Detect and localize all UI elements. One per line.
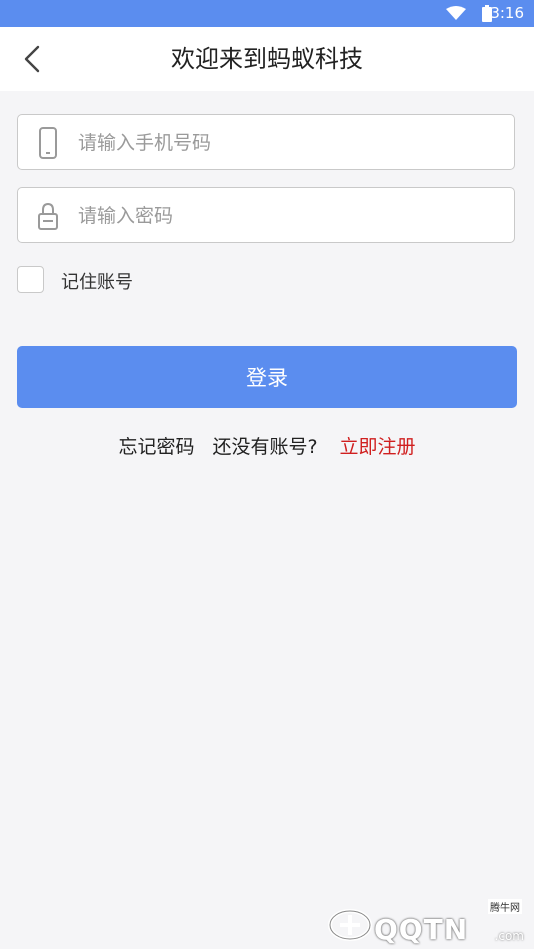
password-input[interactable] (76, 198, 500, 234)
remember-account[interactable]: 记住账号 (17, 264, 217, 296)
phone-icon (39, 127, 57, 159)
auth-links: 忘记密码 还没有账号? 立即注册 (0, 432, 534, 459)
phone-field[interactable] (17, 114, 515, 170)
watermark-brand: QQTN (374, 913, 469, 946)
remember-checkbox[interactable] (17, 266, 44, 293)
watermark-sub: 腾牛网 (488, 899, 522, 914)
wifi-icon (446, 6, 466, 20)
remember-label: 记住账号 (61, 272, 133, 293)
watermark-logo (328, 909, 372, 941)
watermark: QQTN 腾牛网 .com (326, 899, 526, 946)
lock-icon (38, 202, 58, 230)
page-title: 欢迎来到蚂蚁科技 (171, 45, 363, 73)
no-account-text: 还没有账号? (212, 436, 318, 458)
phone-input[interactable] (76, 125, 500, 161)
register-link[interactable]: 立即注册 (340, 436, 416, 458)
forgot-password-link[interactable]: 忘记密码 (118, 436, 194, 458)
title-bar: 欢迎来到蚂蚁科技 (0, 27, 534, 91)
status-time: 3:16 (490, 4, 524, 22)
status-bar: 3:16 (0, 0, 534, 27)
watermark-domain: .com (494, 929, 524, 943)
login-button[interactable]: 登录 (17, 346, 517, 408)
password-field[interactable] (17, 187, 515, 243)
